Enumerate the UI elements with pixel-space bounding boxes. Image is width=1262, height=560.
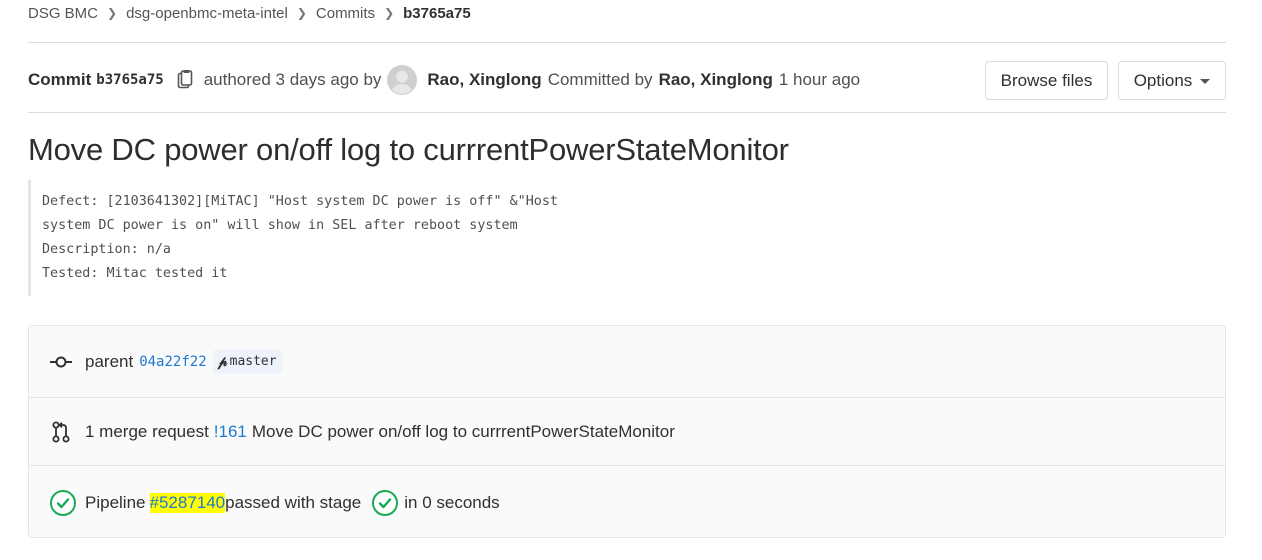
- divider: [28, 42, 1226, 43]
- clipboard-icon[interactable]: [176, 70, 194, 90]
- browse-files-button[interactable]: Browse files: [985, 61, 1108, 100]
- branch-name: master: [229, 354, 277, 369]
- authored-text: authored 3 days ago by: [203, 70, 382, 89]
- chevron-right-icon: ❯: [384, 6, 395, 20]
- message-line: Tested: Mitac tested it: [42, 266, 228, 281]
- pipeline-status-svg: [50, 489, 76, 516]
- commit-icon-svg: [50, 356, 72, 367]
- merge-request-count: 1 merge request: [85, 421, 209, 441]
- author-link[interactable]: Rao, Xinglong: [427, 70, 541, 90]
- branch-badge[interactable]: 𝓅 master: [212, 349, 282, 374]
- committed-time: 1 hour ago: [778, 70, 861, 89]
- commit-sha: b3765a75: [96, 72, 164, 88]
- check-circle-icon[interactable]: [49, 489, 77, 517]
- merge-request-icon: [49, 420, 73, 444]
- commit-label: Commit: [28, 70, 92, 89]
- commit-icon: [49, 350, 73, 374]
- message-line: Description: n/a: [42, 242, 171, 257]
- merge-request-title: Move DC power on/off log to currrentPowe…: [251, 421, 675, 441]
- caret-down-icon: [1200, 79, 1211, 84]
- pipeline-id: #5287140: [149, 492, 226, 512]
- message-line: system DC power is on" will show in SEL …: [42, 218, 518, 233]
- commit-message: Defect: [2103641302][MiTAC] "Host system…: [28, 180, 728, 296]
- parent-row: parent 04a22f22 𝓅 master: [29, 326, 1225, 398]
- message-line: Defect: [2103641302][MiTAC] "Host system…: [42, 194, 558, 209]
- committed-by-text: Committed by: [547, 70, 653, 89]
- commit-info-box: parent 04a22f22 𝓅 master 1 merge request…: [28, 325, 1226, 538]
- pipeline-row: Pipeline #5287140 passed with stage in 0…: [29, 466, 1225, 539]
- check-circle-icon[interactable]: [371, 489, 399, 517]
- pipeline-duration: in 0 seconds: [404, 492, 500, 512]
- parent-label: parent: [85, 351, 134, 371]
- avatar[interactable]: [387, 65, 418, 95]
- merge-request-row: 1 merge request !161 Move DC power on/of…: [29, 398, 1225, 466]
- options-dropdown-button[interactable]: Options: [1118, 61, 1226, 100]
- branch-icon: 𝓅: [217, 353, 228, 370]
- breadcrumb-current[interactable]: b3765a75: [403, 5, 471, 22]
- commit-title: Move DC power on/off log to currrentPowe…: [28, 132, 789, 167]
- breadcrumb-item-commits[interactable]: Commits: [316, 5, 375, 22]
- options-label: Options: [1133, 70, 1193, 90]
- breadcrumb: DSG BMC ❯ dsg-openbmc-meta-intel ❯ Commi…: [28, 0, 471, 26]
- parent-sha-link[interactable]: 04a22f22: [139, 354, 206, 370]
- merge-request-link[interactable]: !161: [214, 422, 247, 442]
- chevron-right-icon: ❯: [296, 6, 307, 20]
- breadcrumb-item-project[interactable]: dsg-openbmc-meta-intel: [126, 5, 288, 22]
- committer-link[interactable]: Rao, Xinglong: [659, 70, 773, 90]
- divider: [28, 112, 1226, 113]
- breadcrumb-item-group[interactable]: DSG BMC: [28, 5, 98, 22]
- stage-status-svg: [372, 489, 399, 516]
- pipeline-label: Pipeline: [85, 492, 146, 512]
- clipboard-icon-svg: [177, 70, 193, 89]
- pipeline-link[interactable]: #5287140: [149, 492, 226, 513]
- chevron-right-icon: ❯: [107, 6, 118, 20]
- pipeline-status-text: passed with stage: [225, 492, 362, 512]
- merge-request-icon-svg: [52, 421, 70, 442]
